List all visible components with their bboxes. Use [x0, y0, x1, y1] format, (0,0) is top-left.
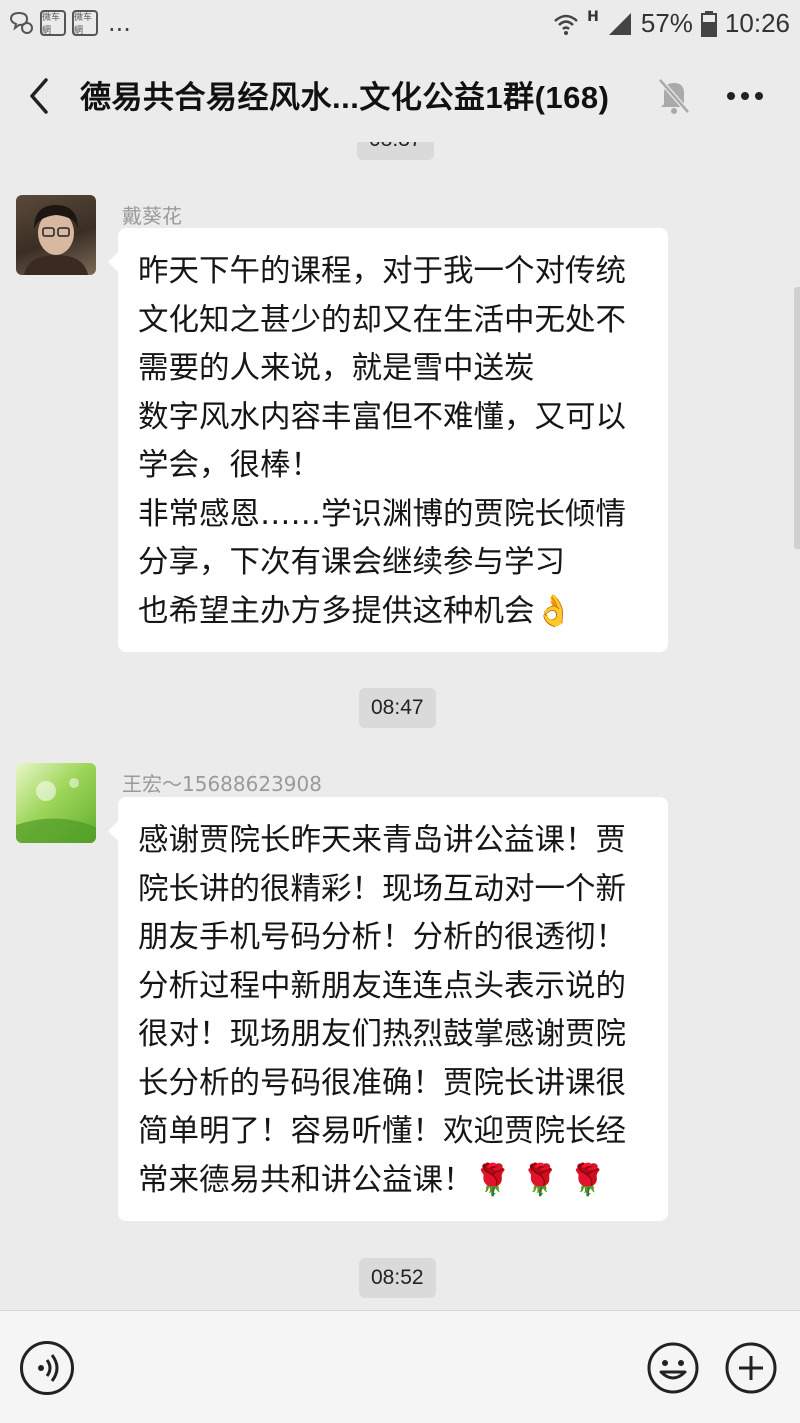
- avatar-photo: [24, 205, 88, 275]
- avatar[interactable]: [16, 763, 96, 843]
- message-line: 很对！现场朋友们热烈鼓掌感谢贾院: [138, 1017, 626, 1052]
- status-left: 微车網 微车網 ...: [8, 10, 131, 36]
- message-line: 学会，很棒！: [138, 448, 321, 483]
- wifi-icon: [554, 14, 578, 35]
- message-line: 需要的人来说，就是雪中送炭: [138, 351, 535, 386]
- battery-percent: 57%: [640, 8, 693, 38]
- message-line: 数字风水内容丰富但不难懂，又可以: [138, 399, 626, 435]
- app-notification-icon: 微车網: [72, 10, 98, 36]
- avatar[interactable]: [16, 195, 96, 275]
- scrollbar[interactable]: [794, 287, 800, 549]
- status-bar: 微车網 微车網 ... H 57% 10:26: [0, 0, 800, 50]
- message-input[interactable]: [100, 1331, 630, 1407]
- message-line: 常来德易共和讲公益课！🌹 🌹 🌹: [138, 1157, 650, 1206]
- chat-area[interactable]: 08:37 戴葵花 昨天下午的课程，对于我一个对传统 文化知之甚少的却又在生活中…: [0, 142, 800, 1310]
- message-line: 文化知之甚少的却又在生活中无处不: [138, 302, 626, 338]
- message-bubble[interactable]: 昨天下午的课程，对于我一个对传统 文化知之甚少的却又在生活中无处不 需要的人来说…: [108, 228, 668, 652]
- message-line: 非常感恩……学识渊博的贾院长倾情: [138, 496, 626, 532]
- message-line: 感谢贾院长昨天来青岛讲公益课！贾: [138, 823, 626, 858]
- battery-icon: [700, 10, 717, 37]
- status-right: H 57% 10:26: [553, 8, 790, 39]
- message-bubble[interactable]: 感谢贾院长昨天来青岛讲公益课！贾 院长讲的很精彩！现场互动对一个新 朋友手机号码…: [108, 797, 668, 1221]
- chat-title: 德易共合易经风水...文化公益1群(168): [80, 80, 610, 115]
- voice-input-button[interactable]: [20, 1341, 74, 1395]
- signal-icon: [608, 12, 631, 35]
- sender-name: 王宏～15688623908: [122, 772, 322, 796]
- timestamp-chip: 08:47: [359, 688, 436, 728]
- message-line: 院长讲的很精彩！现场互动对一个新: [138, 871, 626, 907]
- voice-icon: [38, 1354, 59, 1382]
- more-notifications-indicator: ...: [108, 9, 131, 37]
- plus-button[interactable]: [724, 1341, 778, 1395]
- message-line: 简单明了！容易听懂！欢迎贾院长经: [138, 1114, 626, 1149]
- clock: 10:26: [724, 8, 790, 38]
- timestamp-chip: 08:52: [359, 1258, 436, 1298]
- chat-header: 德易共合易经风水...文化公益1群(168): [0, 50, 800, 142]
- mute-bell-icon: [658, 78, 690, 114]
- network-type: H: [587, 8, 599, 25]
- message-text: 也希望主办方多提供这种机会: [138, 593, 535, 629]
- wechat-notification-icon: [9, 11, 33, 34]
- message-line: 朋友手机号码分析！分析的很透彻！: [138, 920, 626, 955]
- sender-name: 戴葵花: [122, 204, 182, 228]
- input-bar: [0, 1310, 800, 1423]
- message-line: 昨天下午的课程，对于我一个对传统: [138, 254, 626, 289]
- message-text: 常来德易共和讲公益课！: [138, 1162, 474, 1198]
- rose-emoji: 🌹 🌹 🌹: [473, 1162, 607, 1198]
- message-line: 也希望主办方多提供这种机会👌: [138, 588, 650, 637]
- more-options-icon[interactable]: [722, 78, 768, 114]
- ok-hand-emoji: 👌: [534, 593, 573, 629]
- emoji-button[interactable]: [646, 1341, 700, 1395]
- message-line: 分析过程中新朋友连连点头表示说的: [138, 968, 626, 1004]
- app-notification-icon: 微车網: [40, 10, 66, 36]
- timestamp-chip: 08:37: [357, 142, 434, 160]
- avatar-photo: [16, 778, 96, 843]
- message-line: 长分析的号码很准确！贾院长讲课很: [138, 1065, 626, 1101]
- back-arrow-icon[interactable]: [22, 74, 62, 118]
- message-line: 分享，下次有课会继续参与学习: [138, 545, 565, 580]
